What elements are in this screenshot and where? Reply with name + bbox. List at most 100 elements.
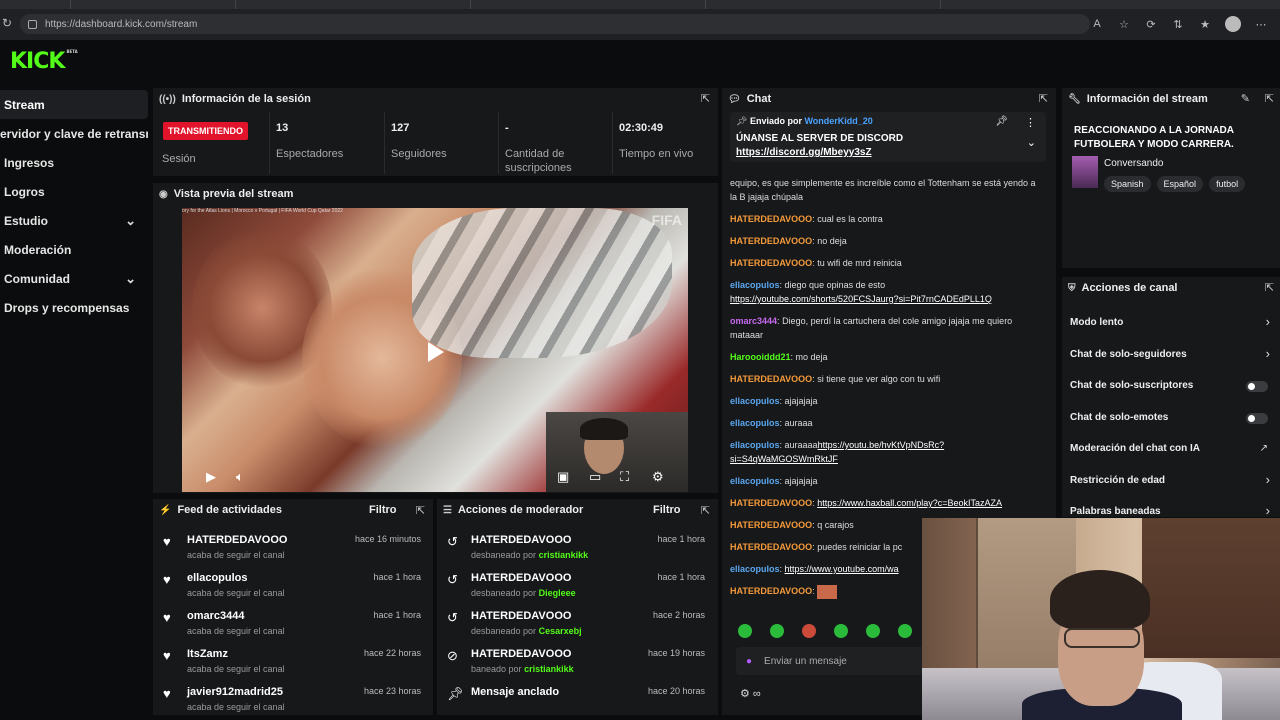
pin-icon[interactable]: 📌︎ xyxy=(995,116,1008,127)
username[interactable]: omarc3444 xyxy=(187,610,245,622)
action-banned-words[interactable]: Palabras baneadas › xyxy=(1062,498,1280,517)
username[interactable]: HATERDEDAVOOO xyxy=(471,610,571,622)
read-aloud-icon[interactable]: A xyxy=(1090,18,1104,30)
more-menu-icon[interactable]: ⋯ xyxy=(1254,18,1268,31)
pinned-message[interactable]: 📌︎ Enviado por WonderKidd_20 📌︎ ⋮ ÚNANSE… xyxy=(730,112,1046,162)
split-screen-icon[interactable]: ⇅ xyxy=(1171,18,1185,31)
username[interactable]: javier912madrid25 xyxy=(187,686,283,698)
kick-logo[interactable]: KICK BETA xyxy=(10,49,78,74)
chat-username[interactable]: HATERDEDAVOOO xyxy=(730,374,812,384)
emote-icon[interactable] xyxy=(866,624,880,638)
moderator-name[interactable]: cristiankikk xyxy=(539,550,589,560)
action-slow-mode[interactable]: Modo lento › xyxy=(1062,309,1280,341)
filter-button[interactable]: Filtro xyxy=(369,504,397,516)
popout-icon[interactable]: ⇱ xyxy=(1265,92,1274,105)
filter-button[interactable]: Filtro xyxy=(653,504,681,516)
username[interactable]: ItsZamz xyxy=(187,648,228,660)
play-button-icon[interactable]: ▶ xyxy=(206,469,216,485)
username[interactable]: HATERDEDAVOOO xyxy=(471,572,571,584)
pinned-author[interactable]: WonderKidd_20 xyxy=(804,116,872,126)
action-ai-moderation[interactable]: Moderación del chat con IA ↗ xyxy=(1062,435,1280,467)
favorite-star-icon[interactable]: ☆ xyxy=(1117,18,1131,31)
moderator-name[interactable]: Cesarxebj xyxy=(539,626,582,636)
sidebar-item-revenue[interactable]: Ingresos xyxy=(0,148,148,177)
chevron-down-icon[interactable]: ⌄ xyxy=(1027,136,1036,149)
tag-chip[interactable]: Spanish xyxy=(1104,176,1151,192)
sidebar-item-stream[interactable]: Stream xyxy=(0,90,148,119)
action-followers-only[interactable]: Chat de solo-seguidores › xyxy=(1062,341,1280,373)
sidebar-item-drops[interactable]: Drops y recompensas xyxy=(0,293,148,322)
username[interactable]: ellacopulos xyxy=(187,572,248,584)
favorites-icon[interactable]: ★ xyxy=(1198,18,1212,31)
reload-icon[interactable]: ↻ xyxy=(2,16,12,30)
edit-pencil-icon[interactable]: ✎ xyxy=(1241,92,1250,105)
category-thumbnail[interactable] xyxy=(1072,156,1098,188)
username[interactable]: Mensaje anclado xyxy=(471,686,559,698)
emote-icon[interactable] xyxy=(834,624,848,638)
toggle-switch[interactable] xyxy=(1246,412,1268,424)
username[interactable]: HATERDEDAVOOO xyxy=(471,534,571,546)
popout-icon[interactable]: ⇱ xyxy=(701,504,710,517)
popout-icon[interactable]: ⇱ xyxy=(701,92,710,105)
popout-icon[interactable]: ⇱ xyxy=(1039,92,1048,105)
chat-username[interactable]: Haroooiddd21 xyxy=(730,352,791,362)
browser-tab[interactable] xyxy=(470,0,550,9)
chat-username[interactable]: ellacopulos xyxy=(730,476,780,486)
chat-username[interactable]: ellacopulos xyxy=(730,440,780,450)
popout-icon[interactable]: ⇱ xyxy=(416,504,425,517)
chat-username[interactable]: HATERDEDAVOOO xyxy=(730,498,812,508)
site-info-icon[interactable] xyxy=(28,19,37,29)
message-link[interactable]: https://www.haxball.com/play?c=BeokITazA… xyxy=(817,498,1002,508)
chat-username[interactable]: HATERDEDAVOOO xyxy=(730,542,812,552)
settings-gear-icon[interactable]: ⚙ xyxy=(652,469,664,485)
sidebar-item-community[interactable]: Comunidad ⌄ xyxy=(0,264,148,293)
stream-preview-video[interactable]: ory for the Atlas Lions | Morocco v Port… xyxy=(182,208,688,492)
sidebar-item-moderation[interactable]: Moderación xyxy=(0,235,148,264)
theater-mode-icon[interactable]: ▭ xyxy=(589,469,601,485)
refresh-page-icon[interactable]: ⟳ xyxy=(1144,18,1158,31)
chat-username[interactable]: ellacopulos xyxy=(730,564,780,574)
chat-username[interactable]: HATERDEDAVOOO xyxy=(730,520,812,530)
chat-username[interactable]: omarc3444 xyxy=(730,316,777,326)
sidebar-item-studio[interactable]: Estudio ⌄ xyxy=(0,206,148,235)
browser-tab[interactable] xyxy=(705,0,785,9)
microphone-icon[interactable]: ● xyxy=(746,656,752,667)
emote-icon[interactable] xyxy=(802,624,816,638)
address-bar[interactable]: https://dashboard.kick.com/stream xyxy=(20,14,1090,34)
browser-tab[interactable] xyxy=(235,0,315,9)
moderator-name[interactable]: Diegleee xyxy=(539,588,576,598)
popout-icon[interactable]: ⇱ xyxy=(1265,281,1274,294)
browser-tab[interactable] xyxy=(70,0,150,9)
message-link[interactable]: https://youtube.com/shorts/520FCSJaurg?s… xyxy=(730,294,992,304)
play-icon[interactable] xyxy=(428,342,444,362)
chat-username[interactable]: HATERDEDAVOOO xyxy=(730,586,812,596)
chat-input[interactable]: ● Enviar un mensaje xyxy=(736,647,926,675)
username[interactable]: HATERDEDAVOOO xyxy=(187,534,287,546)
chat-username[interactable]: ellacopulos xyxy=(730,396,780,406)
message-link[interactable]: https://www.youtube.com/wa xyxy=(785,564,899,574)
sidebar-item-stream-key[interactable]: ervidor y clave de retransm xyxy=(0,119,148,148)
chat-username[interactable]: HATERDEDAVOOO xyxy=(730,258,812,268)
browser-tab[interactable] xyxy=(940,0,1020,9)
chat-username[interactable]: ellacopulos xyxy=(730,418,780,428)
profile-avatar[interactable] xyxy=(1225,16,1241,32)
volume-icon[interactable]: 🔈︎ xyxy=(236,469,244,485)
chat-username[interactable]: HATERDEDAVOOO xyxy=(730,214,812,224)
emote-icon[interactable] xyxy=(770,624,784,638)
fullscreen-icon[interactable]: ⛶ xyxy=(620,469,629,485)
sidebar-item-achievements[interactable]: Logros xyxy=(0,177,148,206)
emote-icon[interactable] xyxy=(898,624,912,638)
moderator-name[interactable]: cristiankikk xyxy=(524,664,574,674)
pip-icon[interactable]: ▣ xyxy=(557,469,569,485)
toggle-switch[interactable] xyxy=(1246,381,1268,392)
tag-chip[interactable]: Español xyxy=(1156,176,1204,192)
username[interactable]: HATERDEDAVOOO xyxy=(471,648,571,660)
tag-chip[interactable]: futbol xyxy=(1209,176,1246,192)
more-options-icon[interactable]: ⋮ xyxy=(1025,116,1036,129)
chat-username[interactable]: HATERDEDAVOOO xyxy=(730,236,812,246)
chat-settings-icon[interactable]: ⚙ ∞ xyxy=(740,687,761,700)
emote-icon[interactable] xyxy=(738,624,752,638)
chat-username[interactable]: ellacopulos xyxy=(730,280,780,290)
pinned-link[interactable]: https://discord.gg/Mbeyy3sZ xyxy=(736,147,872,158)
action-age-restriction[interactable]: Restricción de edad › xyxy=(1062,467,1280,499)
